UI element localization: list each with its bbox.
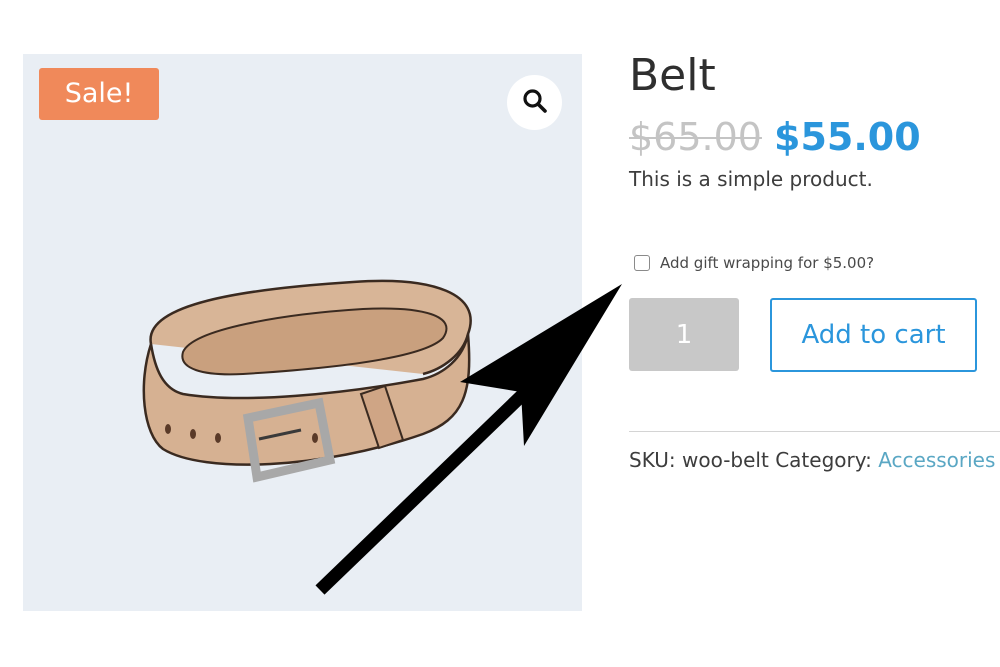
add-to-cart-button[interactable]: Add to cart <box>770 298 977 372</box>
category-link[interactable]: Accessories <box>878 448 995 472</box>
sale-badge: Sale! <box>39 68 159 120</box>
search-icon <box>522 88 548 118</box>
zoom-button[interactable] <box>507 75 562 130</box>
gift-wrap-option[interactable]: Add gift wrapping for $5.00? <box>634 254 874 272</box>
product-title: Belt <box>629 50 716 101</box>
short-description: This is a simple product. <box>629 167 873 191</box>
regular-price: $65.00 <box>629 115 762 159</box>
gift-wrap-checkbox[interactable] <box>634 255 650 271</box>
product-summary: Belt $65.00 $55.00 This is a simple prod… <box>629 0 1000 667</box>
quantity-input[interactable] <box>629 298 739 371</box>
sku-value: woo-belt <box>682 448 769 472</box>
divider <box>629 431 1000 432</box>
product-meta: SKU: woo-belt Category: Accessories <box>629 447 995 473</box>
product-gallery: Sale! <box>23 54 582 611</box>
category-label: Category: <box>775 448 872 472</box>
sku-label: SKU: <box>629 448 676 472</box>
sale-price: $55.00 <box>774 115 921 159</box>
product-page: Sale! Belt $65.00 $55.00 This is a simpl… <box>0 0 1000 667</box>
belt-product-image[interactable] <box>123 234 503 494</box>
gift-wrap-label: Add gift wrapping for $5.00? <box>660 254 875 272</box>
